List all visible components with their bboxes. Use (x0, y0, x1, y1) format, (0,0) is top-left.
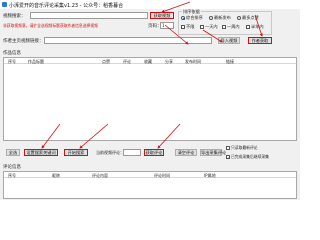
sort-option-comprehensive[interactable]: 综合排序 (181, 15, 203, 21)
sort-option-label: 最新发布 (214, 15, 231, 20)
column-header[interactable]: 收藏 (144, 59, 152, 65)
checkbox-checked-icon (226, 155, 230, 160)
export-comments-button[interactable]: 导出采集评论 (200, 149, 226, 156)
author-profile-label: 作者主页视频链接： (3, 39, 44, 44)
continue-collect-checkbox[interactable]: 已完成采集后继续采集 (226, 154, 269, 160)
fetch-video-button[interactable]: 获取视频 (150, 12, 174, 19)
checkbox-label: 已完成采集后继续采集 (231, 154, 269, 159)
latest-only-checkbox[interactable]: 只读取最新评论 (226, 145, 258, 151)
works-table-header: 序号 作品标题 点赞 评论 收藏 分享 发布时间 链接 (4, 58, 296, 64)
comments-table[interactable]: 序号 昵称 评论内容 评论时间 IP属地 (3, 171, 297, 199)
radio-icon (237, 16, 241, 20)
time-option-week[interactable]: 一周内 (222, 24, 240, 30)
checkbox-icon (226, 146, 230, 150)
works-section-label: 作品信息 (3, 51, 21, 56)
title-bar: 小湃爱开的音乐评论采集v1.23 - 公众号：稻香暮合 (0, 0, 300, 9)
radio-selected-icon (181, 16, 185, 20)
column-header[interactable]: 序号 (8, 173, 16, 179)
column-header[interactable]: 发布时间 (185, 59, 201, 65)
column-header[interactable]: 评论内容 (92, 173, 108, 179)
page-input[interactable]: 1 (160, 22, 174, 29)
comments-table-header: 序号 昵称 评论内容 评论时间 IP属地 (4, 172, 296, 178)
video-keyword-input[interactable] (30, 12, 148, 19)
time-option-day[interactable]: 一天内 (200, 24, 218, 30)
author-fetch-button[interactable]: 作者获取 (248, 37, 272, 44)
author-profile-input[interactable] (44, 37, 212, 44)
checkbox-icon (246, 25, 250, 29)
collect-count-label: 当前视频评论： (96, 150, 124, 155)
column-header[interactable]: 昵称 (52, 173, 60, 179)
radio-icon (209, 16, 213, 20)
notice-text: 非获取视频意，请扩全选视频标题获取作者信息选择视频 (3, 23, 98, 28)
sort-option-label: 最多点赞 (242, 15, 259, 20)
import-video-button[interactable]: 导入视频 (218, 37, 240, 44)
sort-option-most-liked[interactable]: 最多点赞 (237, 15, 259, 21)
time-option-label: 不限 (186, 24, 195, 29)
collect-count-input[interactable] (123, 149, 141, 156)
checkbox-icon (200, 25, 204, 29)
sort-option-latest[interactable]: 最新发布 (209, 15, 231, 21)
column-header[interactable]: 分享 (165, 59, 173, 65)
app-logo-icon (2, 2, 7, 7)
column-header[interactable]: 评论时间 (154, 173, 170, 179)
comments-section-label: 评论信息 (3, 165, 21, 170)
column-header[interactable]: 链接 (226, 59, 234, 65)
checkbox-icon (222, 25, 226, 29)
app-window: 小湃爱开的音乐评论采集v1.23 - 公众号：稻香暮合 视频搜索： 获取视频 非… (0, 0, 300, 200)
column-header[interactable]: 点赞 (102, 59, 110, 65)
works-table[interactable]: 序号 作品标题 点赞 评论 收藏 分享 发布时间 链接 (3, 57, 297, 141)
start-search-button[interactable]: 开始搜索 (64, 149, 88, 156)
window-title: 小湃爱开的音乐评论采集v1.23 - 公众号：稻香暮合 (9, 2, 124, 9)
time-option-halfyear[interactable]: 半年内 (246, 24, 264, 30)
time-option-label: 一周内 (227, 24, 240, 29)
column-header[interactable]: 评论 (123, 59, 131, 65)
column-header[interactable]: 作品标题 (28, 59, 44, 65)
column-header[interactable]: IP属地 (204, 173, 216, 179)
checkbox-label: 只读取最新评论 (231, 145, 258, 150)
fetch-comments-button[interactable]: 获取评论 (144, 149, 164, 156)
select-all-button[interactable]: 全选 (6, 149, 20, 156)
time-option-label: 一天内 (205, 24, 218, 29)
checkbox-icon (181, 25, 185, 29)
set-keyword-button[interactable]: 设置搜索关键词 (24, 149, 58, 156)
sort-option-label: 综合排序 (186, 15, 203, 20)
clear-comments-button[interactable]: 清空评论 (175, 149, 197, 156)
time-option-label: 半年内 (251, 24, 264, 29)
column-header[interactable]: 序号 (8, 59, 16, 65)
time-option-any[interactable]: 不限 (181, 24, 194, 30)
video-keyword-label: 视频搜索： (3, 14, 26, 19)
